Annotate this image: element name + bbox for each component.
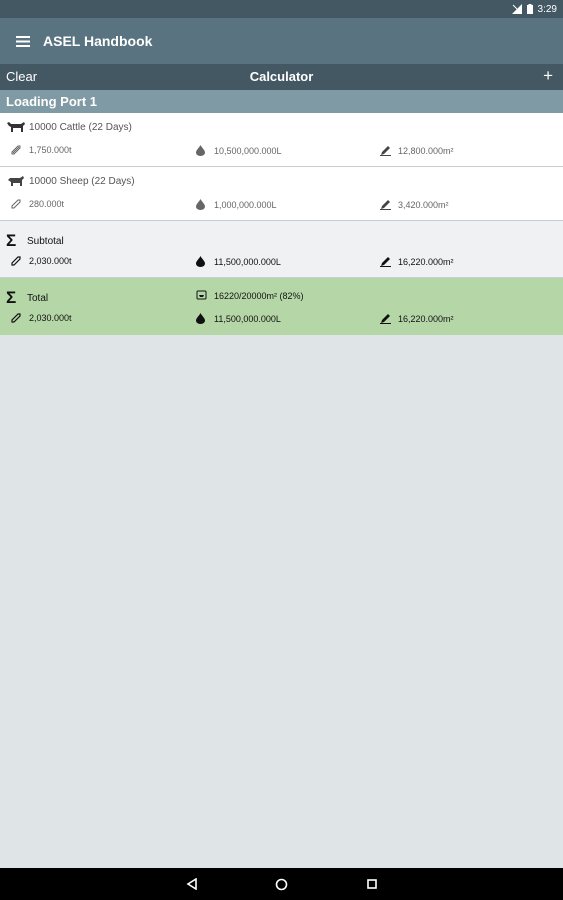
status-bar: 3:29 bbox=[0, 0, 563, 18]
total-row: Σ Total 16220/20000m² (82%) 2,030.000t 1… bbox=[0, 278, 563, 335]
row-title: 10000 Sheep (22 Days) bbox=[6, 175, 135, 187]
section-header: Loading Port 1 bbox=[0, 90, 563, 113]
recents-button[interactable] bbox=[362, 874, 382, 894]
row-title: Σ Total bbox=[6, 288, 49, 307]
water-drop-icon bbox=[196, 199, 210, 210]
back-icon bbox=[185, 878, 197, 890]
weight-cell: 2,030.000t bbox=[11, 313, 72, 323]
water-drop-icon bbox=[196, 145, 210, 156]
clear-button[interactable]: Clear bbox=[6, 69, 37, 84]
toolbar-title: Calculator bbox=[249, 69, 314, 84]
list-item-cattle[interactable]: 10000 Cattle (22 Days) 1,750.000t 10,500… bbox=[0, 113, 563, 167]
list-item-sheep[interactable]: 10000 Sheep (22 Days) 280.000t 1,000,000… bbox=[0, 167, 563, 221]
water-cell: 10,500,000.000L bbox=[196, 145, 282, 156]
signal-icon bbox=[511, 4, 522, 14]
weight-icon bbox=[11, 313, 25, 323]
cattle-icon bbox=[6, 121, 26, 133]
back-button[interactable] bbox=[182, 874, 202, 894]
hamburger-menu-icon bbox=[16, 35, 30, 47]
weight-cell: 2,030.000t bbox=[11, 256, 72, 266]
capacity-cell: 16220/20000m² (82%) bbox=[196, 290, 304, 301]
menu-button[interactable] bbox=[3, 18, 43, 64]
row-title: 10000 Cattle (22 Days) bbox=[6, 121, 132, 133]
add-button[interactable]: + bbox=[543, 66, 553, 86]
water-cell: 11,500,000.000L bbox=[196, 313, 281, 324]
water-cell: 1,000,000.000L bbox=[196, 199, 277, 210]
calculator-toolbar: Clear Calculator + bbox=[0, 64, 563, 90]
home-button[interactable] bbox=[272, 874, 292, 894]
home-icon bbox=[275, 878, 288, 890]
recents-icon bbox=[366, 879, 377, 889]
weight-icon bbox=[11, 199, 25, 209]
sigma-icon: Σ bbox=[6, 231, 17, 250]
weight-cell: 1,750.000t bbox=[11, 145, 72, 155]
sheep-icon bbox=[6, 175, 26, 187]
weight-icon bbox=[11, 256, 25, 266]
subtotal-row: Σ Subtotal 2,030.000t 11,500,000.000L 16… bbox=[0, 221, 563, 278]
status-time: 3:29 bbox=[537, 3, 557, 15]
weight-icon bbox=[11, 145, 25, 155]
area-cell: 12,800.000m² bbox=[380, 145, 454, 156]
pencil-icon bbox=[380, 256, 394, 267]
app-bar: ASEL Handbook bbox=[0, 18, 563, 64]
water-drop-icon bbox=[196, 256, 210, 267]
area-cell: 3,420.000m² bbox=[380, 199, 449, 210]
water-drop-icon bbox=[196, 313, 210, 324]
sigma-icon: Σ bbox=[6, 288, 17, 307]
pencil-icon bbox=[380, 313, 394, 324]
area-cell: 16,220.000m² bbox=[380, 313, 454, 324]
battery-icon bbox=[526, 4, 533, 14]
ship-capacity-icon bbox=[196, 290, 210, 301]
navigation-bar bbox=[0, 868, 563, 900]
row-title: Σ Subtotal bbox=[6, 231, 64, 250]
pencil-icon bbox=[380, 199, 394, 210]
area-cell: 16,220.000m² bbox=[380, 256, 454, 267]
pencil-icon bbox=[380, 145, 394, 156]
weight-cell: 280.000t bbox=[11, 199, 64, 209]
water-cell: 11,500,000.000L bbox=[196, 256, 281, 267]
app-title: ASEL Handbook bbox=[43, 33, 153, 49]
